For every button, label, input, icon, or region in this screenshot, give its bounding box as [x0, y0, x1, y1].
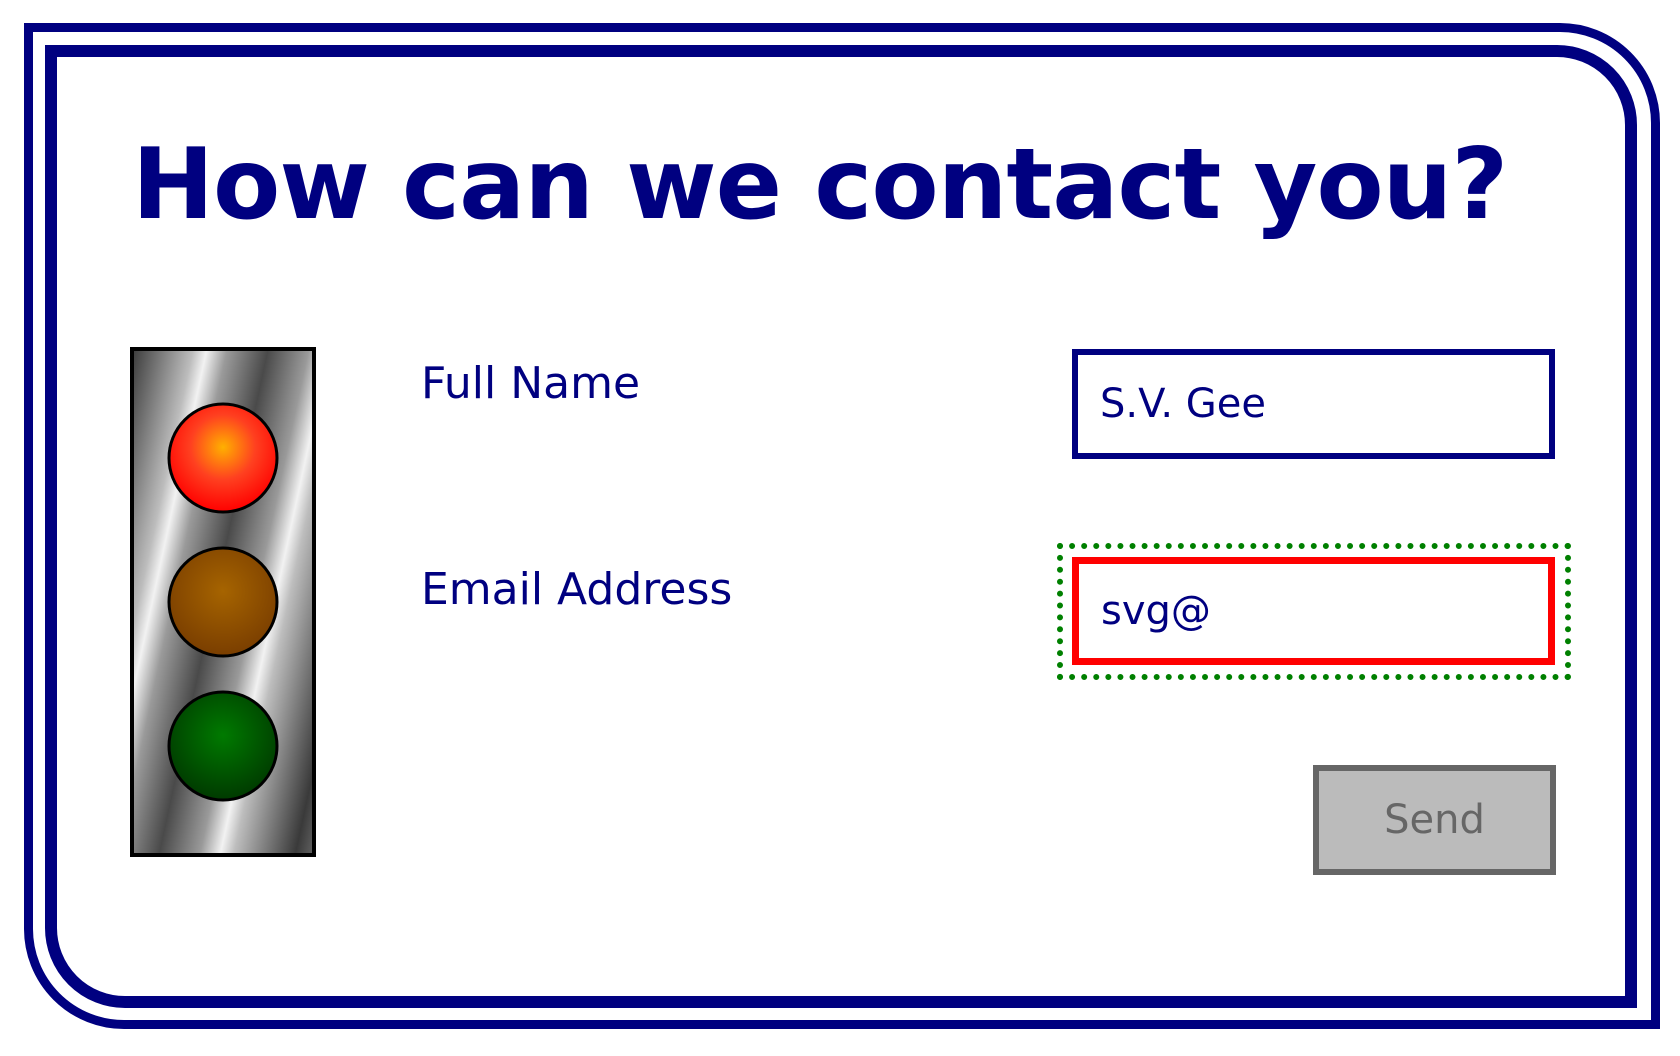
- full-name-label: Full Name: [421, 358, 641, 409]
- page-title: How can we contact you?: [132, 128, 1508, 242]
- red-light-icon: [167, 402, 279, 514]
- send-button[interactable]: Send: [1313, 765, 1556, 875]
- traffic-light-icon: [130, 347, 316, 857]
- amber-light-icon: [167, 546, 279, 658]
- full-name-input[interactable]: S.V. Gee: [1072, 349, 1555, 459]
- email-address-input[interactable]: svg@: [1072, 557, 1555, 665]
- green-light-icon: [167, 690, 279, 802]
- email-address-label: Email Address: [421, 564, 733, 615]
